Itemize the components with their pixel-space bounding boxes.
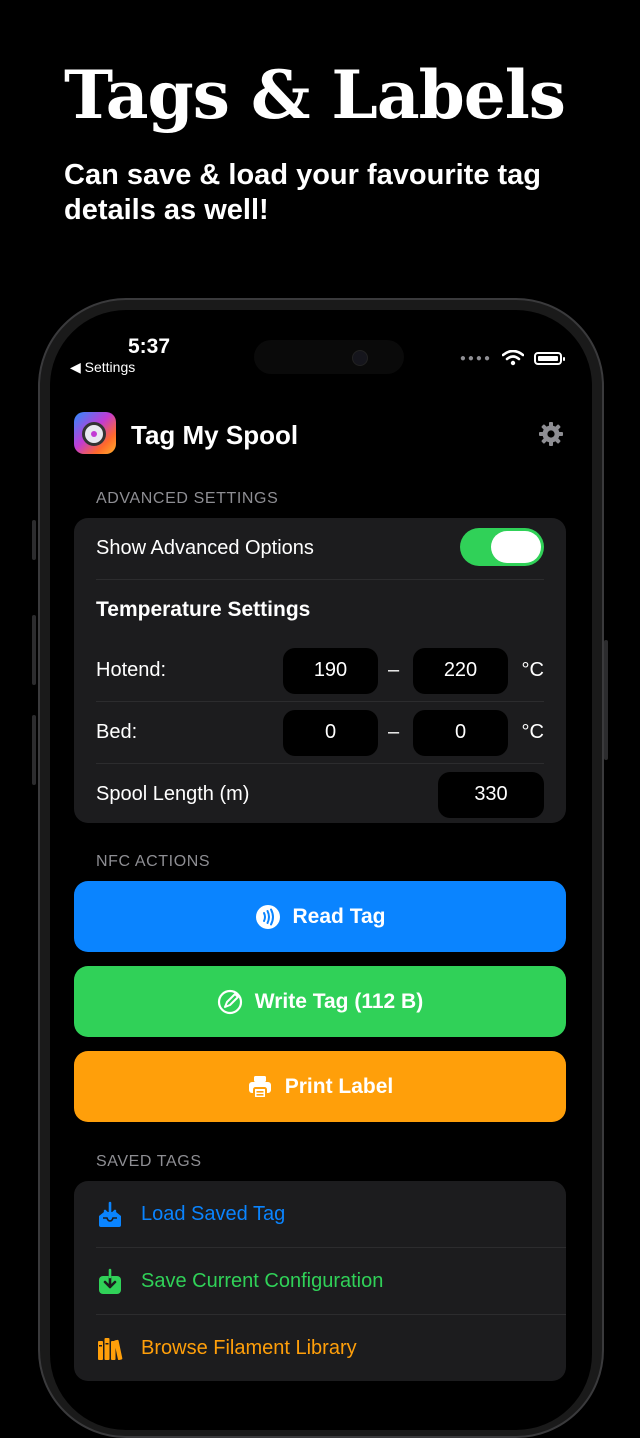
save-current-configuration-row[interactable]: Save Current Configuration <box>96 1248 566 1315</box>
load-saved-tag-label: Load Saved Tag <box>141 1203 286 1225</box>
save-download-icon <box>99 1268 121 1294</box>
books-icon <box>98 1337 123 1360</box>
bed-max-field[interactable]: 0 <box>413 709 508 756</box>
bed-range-dash: – <box>388 721 400 743</box>
wifi-icon <box>502 350 524 366</box>
nfc-read-icon <box>255 904 280 929</box>
hotend-max-field[interactable]: 220 <box>413 647 508 694</box>
status-time: 5:37 <box>128 335 171 358</box>
browse-filament-library-row[interactable]: Browse Filament Library <box>96 1315 566 1382</box>
show-advanced-label: Show Advanced Options <box>96 537 314 559</box>
print-label-label: Print Label <box>284 1074 394 1098</box>
headline: Tags & Labels <box>64 56 566 134</box>
signal-icon: ●●●● <box>459 352 492 364</box>
spool-length-label: Spool Length (m) <box>96 783 250 805</box>
bed-row: Bed: 0 – 0 °C <box>96 702 544 764</box>
gear-icon[interactable] <box>538 421 564 447</box>
camera-icon <box>352 350 368 366</box>
phone-button-volume-down <box>32 715 36 785</box>
back-to-settings-link[interactable]: ◀ Settings <box>70 359 135 376</box>
read-tag-label: Read Tag <box>292 904 386 928</box>
dynamic-island <box>254 340 404 374</box>
status-icons: ●●●● <box>459 350 565 366</box>
advanced-settings-section-label: ADVANCED SETTINGS <box>96 490 279 507</box>
spool-length-field[interactable]: 330 <box>438 771 544 818</box>
browse-filament-library-label: Browse Filament Library <box>141 1337 357 1359</box>
phone-screen: 5:37 ◀ Settings ●●●● Tag My Spool ADVANC… <box>50 310 592 1430</box>
saved-tags-section-label: SAVED TAGS <box>96 1153 202 1170</box>
subline: Can save & load your favourite tag detai… <box>64 159 542 226</box>
spool-length-row: Spool Length (m) 330 <box>96 764 544 825</box>
bed-min-field[interactable]: 0 <box>283 709 378 756</box>
advanced-settings-card: Show Advanced Options Temperature Settin… <box>74 518 566 823</box>
saved-tags-card: Load Saved Tag Save Current Configuratio… <box>74 1181 566 1381</box>
printer-icon <box>248 1075 271 1099</box>
bed-unit: °C <box>521 721 544 743</box>
show-advanced-toggle[interactable] <box>460 528 544 566</box>
phone-button-power <box>604 640 608 760</box>
hotend-min-field[interactable]: 190 <box>283 647 378 694</box>
hotend-label: Hotend: <box>96 659 167 681</box>
nfc-actions-section-label: NFC ACTIONS <box>96 853 211 870</box>
hotend-range-dash: – <box>388 659 400 681</box>
write-tag-button[interactable]: Write Tag (112 B) <box>74 966 566 1037</box>
show-advanced-row: Show Advanced Options <box>96 518 544 580</box>
write-pencil-icon <box>217 989 242 1014</box>
temperature-settings-heading: Temperature Settings <box>96 579 544 640</box>
app-logo-icon <box>74 412 116 454</box>
phone-button-action <box>32 520 36 560</box>
bed-label: Bed: <box>96 721 138 743</box>
phone-button-volume-up <box>32 615 36 685</box>
app-title: Tag My Spool <box>131 420 299 450</box>
hotend-unit: °C <box>521 659 544 681</box>
save-current-configuration-label: Save Current Configuration <box>141 1270 384 1292</box>
tray-download-icon <box>99 1201 121 1227</box>
print-label-button[interactable]: Print Label <box>74 1051 566 1122</box>
battery-icon <box>534 351 565 365</box>
load-saved-tag-row[interactable]: Load Saved Tag <box>96 1181 566 1248</box>
read-tag-button[interactable]: Read Tag <box>74 881 566 952</box>
temperature-settings-title: Temperature Settings <box>96 597 311 621</box>
write-tag-label: Write Tag (112 B) <box>254 989 424 1013</box>
hotend-row: Hotend: 190 – 220 °C <box>96 640 544 702</box>
